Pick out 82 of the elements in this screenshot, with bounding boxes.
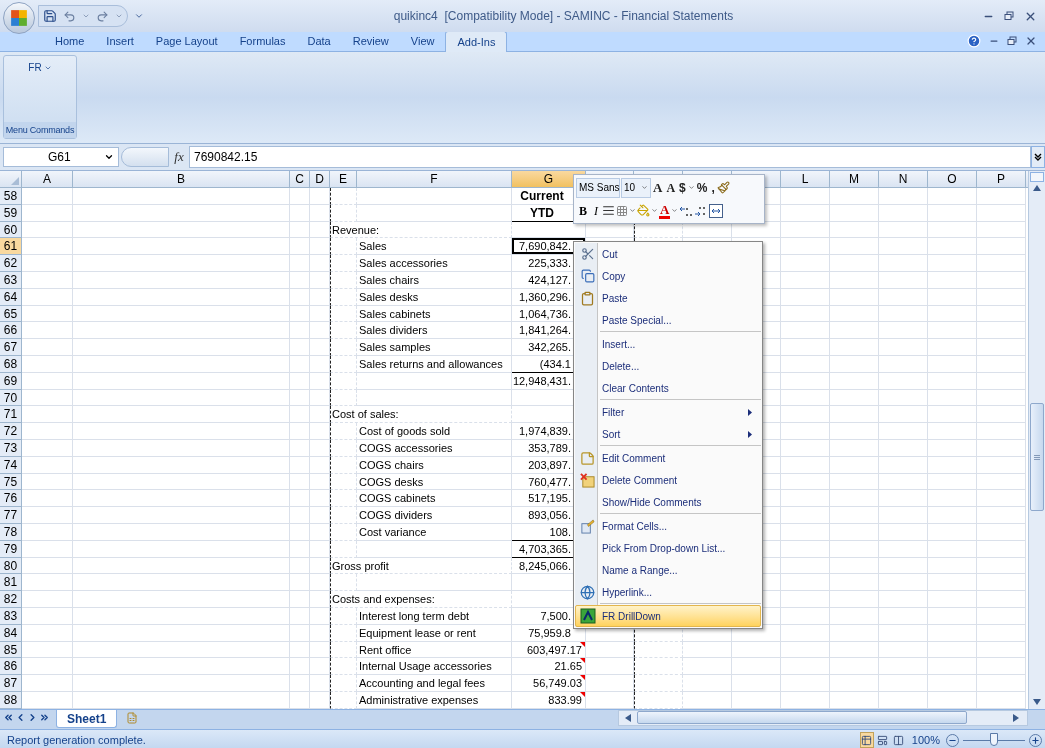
row-label[interactable]: Cost of goods sold [357,423,512,440]
row-header[interactable]: 86 [0,658,22,676]
column-header[interactable]: D [310,171,330,187]
status-message: Report generation complete. [7,732,146,748]
window-title: quikinc4 [Compatibility Mode] - SAMINC - Financial Statements [392,8,735,25]
row-header[interactable]: 67 [0,339,22,356]
row-label[interactable]: Sales cabinets [357,305,512,323]
row-header[interactable]: 82 [0,591,22,608]
row-header[interactable]: 71 [0,406,22,424]
ribbon-tab[interactable]: Insert [95,31,145,51]
row-label[interactable]: COGS accessories [357,439,512,457]
grow-font-button[interactable]: A [651,177,665,198]
menu-item[interactable]: Hyperlink... [575,581,761,603]
column-header[interactable]: O [928,171,977,187]
row-label[interactable]: Sales desks [357,288,512,306]
ribbon-tab[interactable]: View [399,31,446,51]
row-header[interactable]: 58 [0,188,22,205]
menu-item[interactable]: FR DrillDown [575,605,761,627]
column-header[interactable]: L [781,171,830,187]
column-header[interactable]: E [330,171,357,187]
row-label[interactable]: Accounting and legal fees [357,675,512,692]
column-header[interactable]: B [73,171,290,187]
row-label[interactable]: Equipment lease or rent [357,624,512,642]
row-header[interactable]: 87 [0,675,22,692]
insert-function-button[interactable]: fx [169,147,189,167]
percent-button[interactable]: % [694,178,710,197]
fr-menu-button[interactable]: FR [25,60,55,75]
row-header[interactable]: 77 [0,507,22,524]
name-box[interactable]: G61 [3,147,119,167]
zoom-level: 100% [911,732,940,748]
amount[interactable]: 56,749.03 [512,675,586,692]
row-label[interactable]: Sales dividers [357,322,512,340]
row-header[interactable]: 62 [0,255,22,272]
row-label[interactable]: Internal Usage accessories [357,658,512,676]
row-header[interactable]: 66 [0,322,22,340]
row-label[interactable]: Administrative expenses [357,691,512,709]
row-label[interactable]: Revenue: [330,221,512,239]
ribbon-tab[interactable]: Home [44,31,96,51]
amount[interactable]: 21.65 [512,658,586,676]
row-label[interactable]: COGS cabinets [357,490,512,508]
row-header[interactable]: 72 [0,423,22,440]
row-label[interactable]: COGS desks [357,473,512,491]
font-name-field[interactable]: MS Sans [576,177,620,198]
currency-button[interactable]: $ [677,178,688,197]
row-label[interactable]: Interest long term debt [357,607,512,625]
amount[interactable]: 603,497.17 [512,641,586,659]
row-header[interactable]: 61 [0,238,22,256]
shrink-font-button[interactable]: A [664,178,678,197]
row-label[interactable]: Sales chairs [357,272,512,289]
row-header[interactable]: 81 [0,574,22,592]
row-label[interactable]: COGS dividers [357,507,512,524]
ribbon-tab[interactable]: Data [296,31,342,51]
row-label[interactable]: Sales returns and allowances [357,355,512,373]
row-label[interactable]: COGS chairs [357,456,512,474]
amount[interactable]: 833.99 [512,691,586,709]
row-label[interactable]: Cost of sales: [330,406,512,424]
ribbon-tab[interactable]: Add-Ins [445,31,508,52]
row-label[interactable]: Sales samples [357,339,512,356]
row-label[interactable]: Costs and expenses: [330,591,512,608]
ribbon-tab[interactable]: Review [341,31,400,51]
row-label[interactable]: Gross profit [330,557,512,575]
row-header[interactable]: 76 [0,490,22,508]
column-header[interactable]: A [22,171,73,187]
menu-item[interactable]: Filter [575,401,761,423]
ribbon-tab[interactable]: Formulas [228,31,297,51]
row-label[interactable]: Rent office [357,641,512,659]
comma-button[interactable]: , [709,178,717,197]
row-label[interactable]: Cost variance [357,523,512,541]
sheet-tab[interactable]: Sheet1 [56,709,118,728]
italic-button[interactable]: I [591,201,601,220]
amount[interactable]: 7,690,842. [512,238,586,256]
column-header[interactable]: P [977,171,1026,187]
ribbon-tab[interactable]: Page Layout [144,31,229,51]
column-header[interactable]: N [879,171,928,187]
column-header[interactable]: C [290,171,310,187]
formula-input[interactable]: 7690842.15 [189,146,1031,168]
row-label[interactable]: Sales accessories [357,255,512,272]
column-header[interactable]: M [830,171,879,187]
font-color-button[interactable]: A [659,202,671,219]
group-caption: Menu Commands [4,122,76,138]
font-size-field[interactable]: 10 [621,177,651,198]
row-label[interactable]: Sales [357,238,512,256]
